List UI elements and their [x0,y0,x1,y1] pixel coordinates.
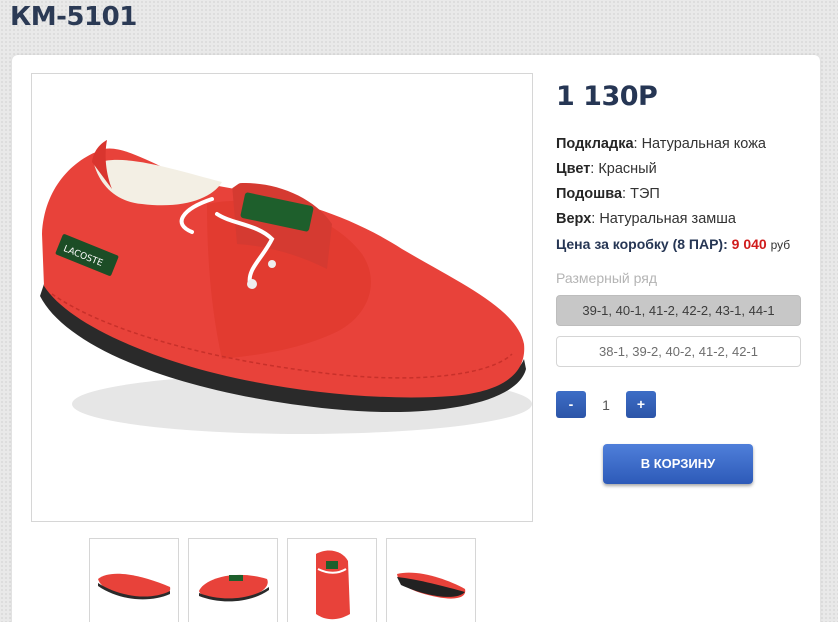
product-specs: Подкладка: Натуральная кожа Цвет: Красны… [556,132,816,232]
thumbnail-sole-view[interactable] [386,538,476,622]
add-to-cart-button[interactable]: В КОРЗИНУ [603,444,753,484]
spec-value: : ТЭП [622,186,660,202]
quantity-decrease-button[interactable]: - [556,391,586,418]
box-price-label: Цена за коробку (8 ПАР): [556,236,728,252]
spec-sole: Подошва: ТЭП [556,182,816,207]
product-main-image[interactable]: LACOSTE [31,73,533,522]
spec-upper: Верх: Натуральная замша [556,207,816,232]
spec-label: Подошва [556,186,623,202]
spec-value: : Натуральная кожа [633,136,766,152]
thumbnail-image [199,574,269,602]
thumbnail-image [397,572,466,599]
size-option-selected[interactable]: 39-1, 40-1, 41-2, 42-2, 43-1, 44-1 [556,295,801,326]
spec-label: Подкладка [556,136,634,152]
size-option[interactable]: 38-1, 39-2, 40-2, 41-2, 42-1 [556,336,801,367]
thumbnail-angle-view[interactable] [188,538,278,622]
spec-color: Цвет: Красный [556,157,816,182]
box-price: Цена за коробку (8 ПАР): 9 040 руб [556,236,790,252]
spec-label: Цвет [556,161,591,177]
spec-value: : Красный [590,161,657,177]
product-price: 1 130Р [556,81,658,112]
spec-lining: Подкладка: Натуральная кожа [556,132,816,157]
quantity-stepper: - + [556,391,656,418]
spec-value: : Натуральная замша [591,211,736,227]
spec-label: Верх [556,211,592,227]
quantity-increase-button[interactable]: + [626,391,656,418]
size-range-label: Размерный ряд [556,270,658,286]
box-price-value: 9 040 [731,236,767,252]
quantity-input[interactable] [586,391,626,418]
thumbnail-image [98,573,171,600]
thumbnail-strip [89,538,476,622]
shoe-image: LACOSTE [40,140,532,434]
thumbnail-front-view[interactable] [287,538,377,622]
page-title: КМ-5101 [10,2,137,32]
thumbnail-side-view[interactable] [89,538,179,622]
thumbnail-image [316,550,350,620]
box-price-currency: руб [770,238,791,252]
